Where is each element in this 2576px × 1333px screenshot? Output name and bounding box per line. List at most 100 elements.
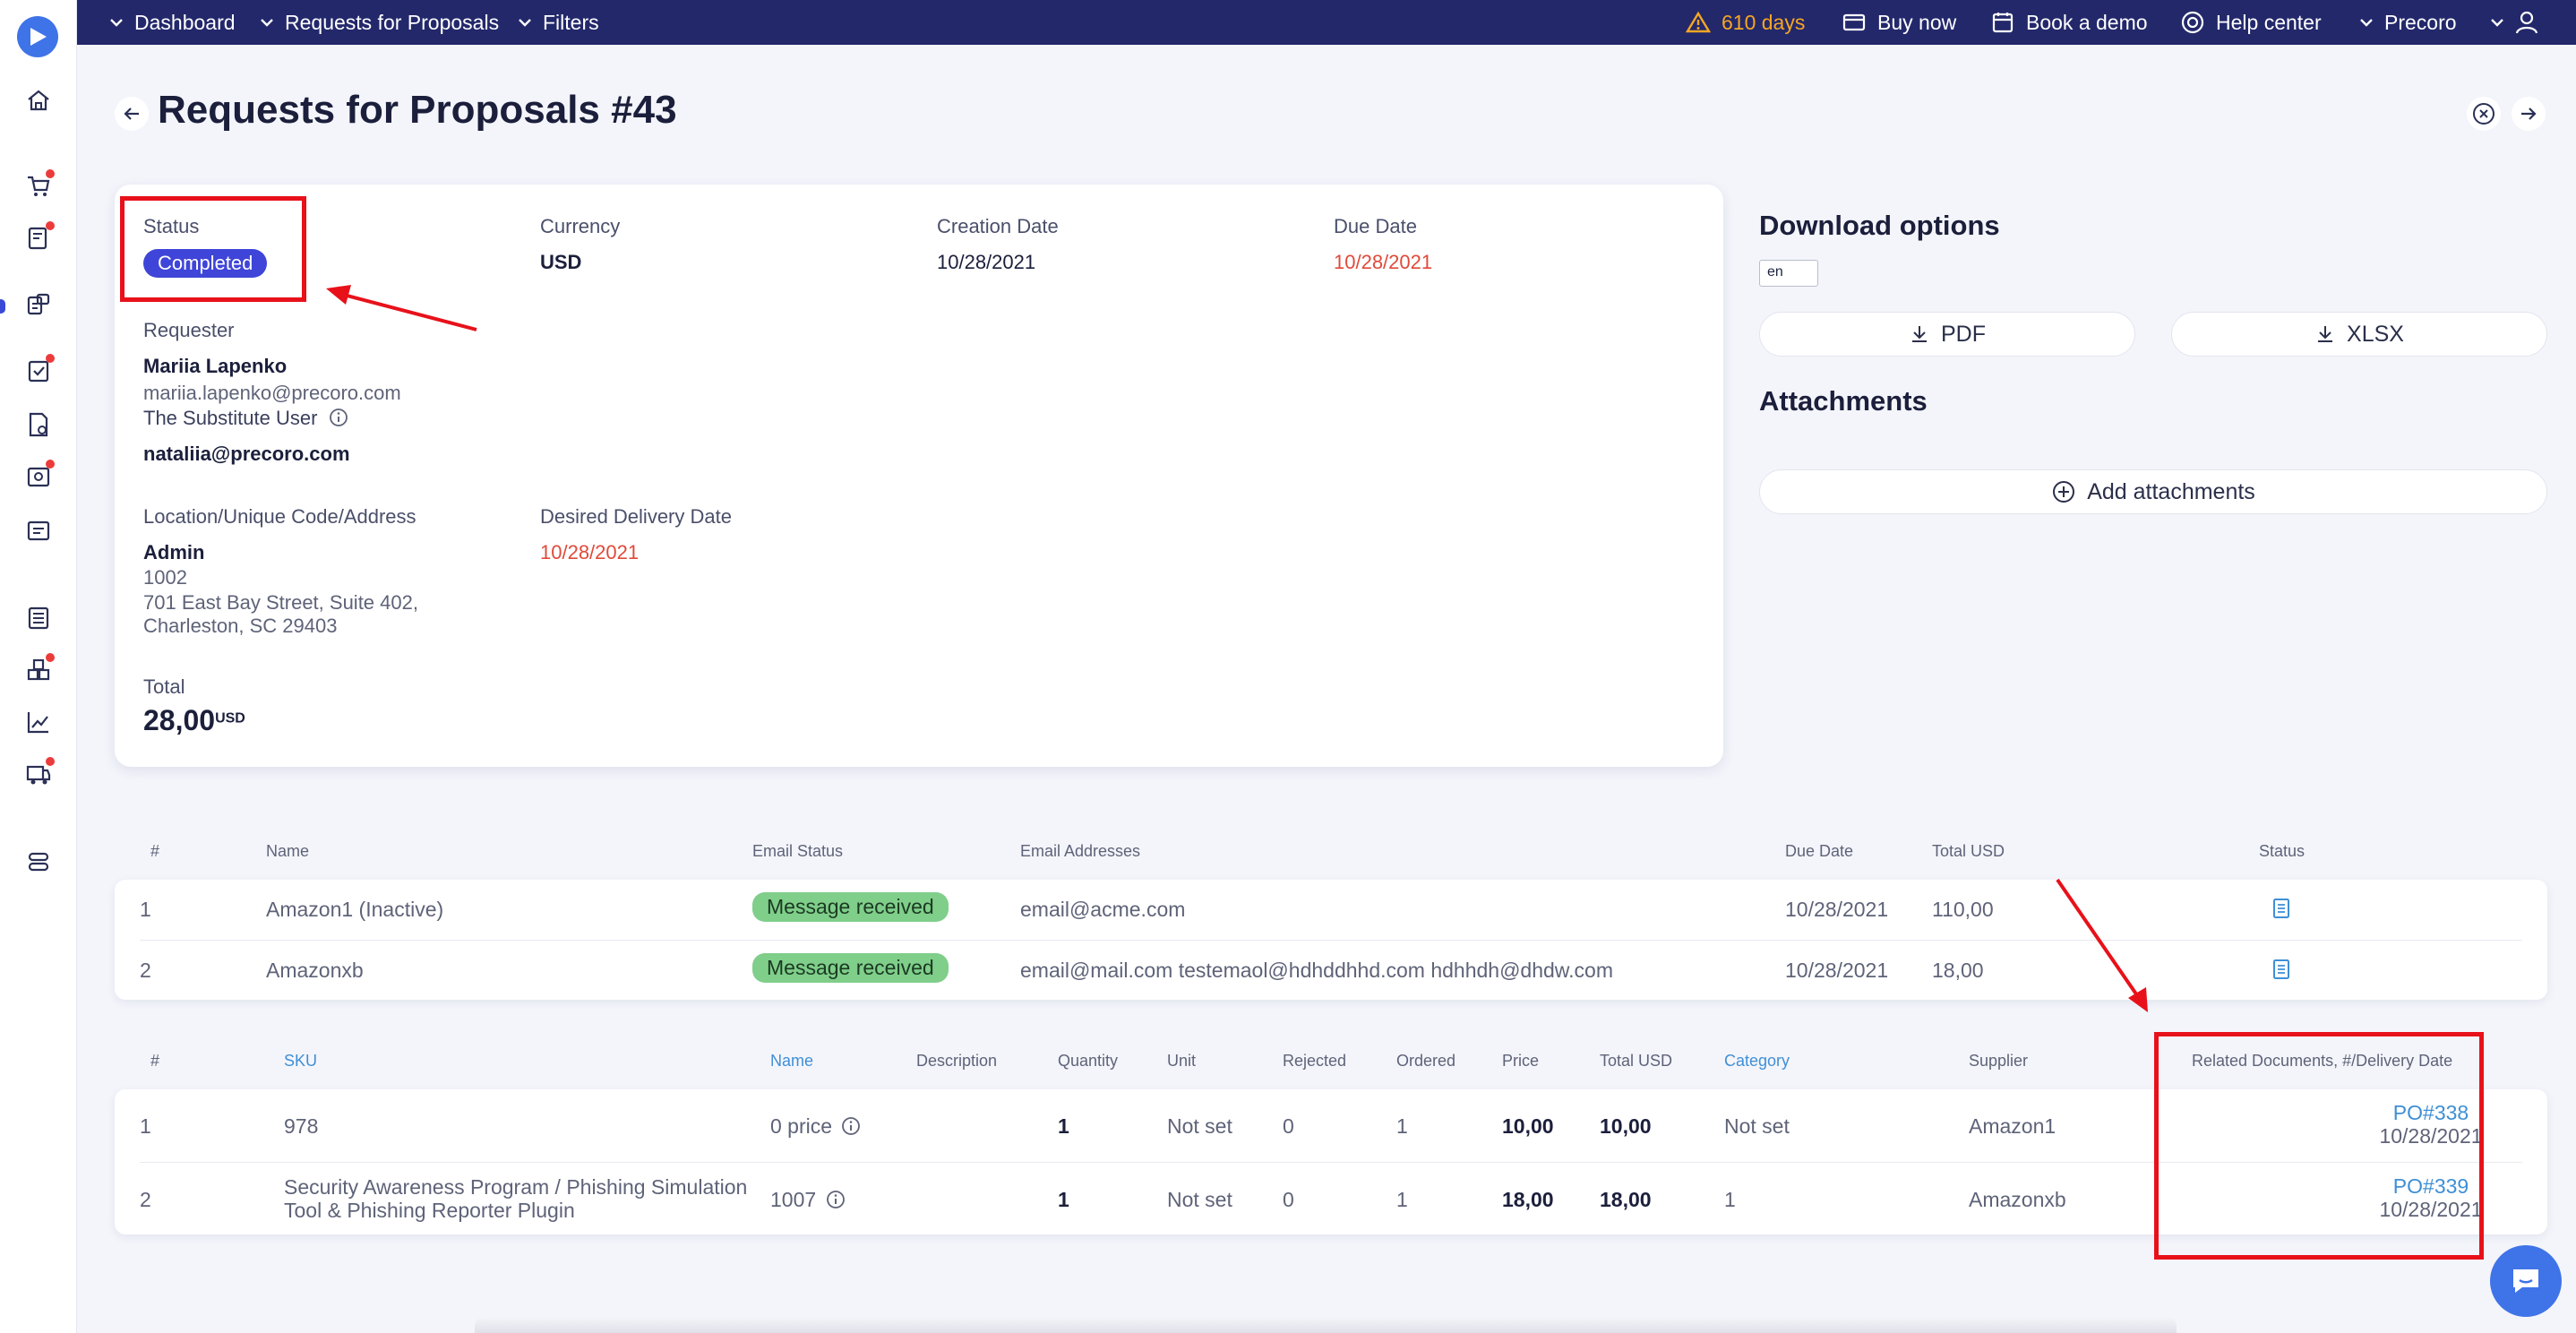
nav-filters[interactable]: Filters [518,0,599,45]
items-col-quantity: Quantity [1058,1052,1119,1070]
suppliers-icon[interactable] [24,757,55,788]
back-button[interactable] [115,97,149,131]
email-status-badge: Message received [752,953,949,983]
total-currency: USD [215,710,245,727]
user-menu[interactable] [2490,0,2538,45]
add-attachments-button[interactable]: Add attachments [1759,469,2547,514]
approvals-icon[interactable] [24,354,55,385]
company-switcher[interactable]: Precoro [2359,0,2457,45]
items-col-category[interactable]: Category [1724,1052,1790,1071]
buy-now-label: Buy now [1877,10,1957,34]
row-number: 1 [140,898,151,921]
item-rejected: 0 [1283,1114,1294,1138]
download-pdf-button[interactable]: PDF [1759,312,2135,357]
location-address-line1: 701 East Bay Street, Suite 402, [143,591,418,614]
item-category: 1 [1724,1188,1736,1211]
item-ordered: 1 [1396,1114,1408,1138]
top-bar: Dashboard Requests for Proposals Filters… [77,0,2576,45]
budgets-icon[interactable] [24,604,53,632]
chevron-down-icon [519,19,531,27]
due-date-label: Due Date [1334,215,1417,237]
substitute-user-text: The Substitute User [143,407,318,429]
home-icon[interactable] [24,86,53,115]
download-options-title: Download options [1759,210,2000,241]
language-select[interactable]: en [1759,260,1818,287]
total-usd: 18,00 [1932,959,1984,982]
item-name-text: 0 price [770,1114,833,1138]
suppliers-col-email-status: Email Status [752,842,844,860]
book-demo-button[interactable]: Book a demo [1990,0,2148,45]
nav-dashboard-label: Dashboard [134,10,236,34]
inventory-icon[interactable] [24,653,55,684]
row-number: 2 [140,959,151,982]
delivery-date-value: 10/28/2021 [540,541,640,563]
add-attachments-label: Add attachments [2087,478,2255,504]
suppliers-col-email-addresses: Email Addresses [1020,842,1141,860]
supplier-name[interactable]: Amazon1 (Inactive) [266,898,443,922]
trial-days[interactable]: 610 days [1686,0,1805,45]
item-price: 18,00 [1502,1188,1554,1211]
item-name: 1007 [770,1188,846,1212]
row-number: 2 [140,1188,151,1211]
lifebuoy-icon [2181,11,2204,34]
analytics-icon[interactable] [24,708,53,736]
cart-icon[interactable] [24,169,55,201]
supplier-name[interactable]: Amazonxb [266,959,364,983]
location-name: Admin [143,541,205,563]
items-col-name[interactable]: Name [770,1052,813,1071]
currency-value: USD [540,251,582,273]
due-date: 10/28/2021 [1785,959,1889,982]
suppliers-col-num: # [150,842,160,860]
left-sidebar [0,0,77,1333]
info-icon[interactable] [841,1116,861,1136]
item-sku-line2: Tool & Phishing Reporter Plugin [284,1199,575,1222]
book-demo-label: Book a demo [2026,10,2148,34]
receipts-icon[interactable] [24,460,55,491]
requester-name: Mariia Lapenko [143,355,288,377]
nav-filters-label: Filters [543,10,599,34]
status-highlight-box [120,196,306,302]
user-icon [2515,11,2538,34]
help-center-button[interactable]: Help center [2180,0,2322,45]
items-col-price: Price [1502,1052,1540,1070]
suppliers-col-due-date: Due Date [1785,842,1854,860]
download-icon [2318,326,2333,342]
total-usd: 110,00 [1932,898,1994,921]
attachments-title: Attachments [1759,385,1928,417]
info-icon[interactable] [329,408,348,427]
email-status-badge: Message received [752,892,949,922]
item-category: Not set [1724,1114,1790,1138]
nav-rfp[interactable]: Requests for Proposals [260,0,499,45]
location-code: 1002 [143,566,187,589]
next-button[interactable] [2512,97,2546,131]
item-total: 10,00 [1600,1114,1652,1138]
close-button[interactable] [2467,97,2501,131]
payments-icon[interactable] [24,516,53,545]
document-icon[interactable] [2271,898,2291,919]
download-pdf-label: PDF [1941,321,1986,347]
buy-now-button[interactable]: Buy now [1842,0,1956,45]
nav-dashboard[interactable]: Dashboard [109,0,236,45]
document-icon[interactable] [2271,959,2291,980]
suppliers-table: 1 Amazon1 (Inactive) Message received em… [115,880,2547,1000]
chat-button[interactable] [2490,1245,2562,1317]
info-icon[interactable] [826,1190,846,1209]
items-col-sku[interactable]: SKU [284,1052,317,1071]
requests-icon[interactable] [24,221,55,253]
related-docs-highlight-box [2154,1032,2484,1260]
plus-circle-icon [2053,481,2075,503]
logo-icon[interactable] [17,16,58,57]
suppliers-col-status: Status [2259,842,2306,860]
substitute-email: nataliia@precoro.com [143,443,350,465]
items-col-total: Total USD [1600,1052,1673,1070]
download-xlsx-button[interactable]: XLSX [2171,312,2547,357]
row-divider [140,940,2522,941]
item-ordered: 1 [1396,1188,1408,1211]
invoices-icon[interactable] [24,410,53,439]
rfp-icon[interactable] [24,290,53,319]
creation-date-value: 10/28/2021 [937,251,1036,273]
creation-date-label: Creation Date [937,215,1059,237]
item-name-text: 1007 [770,1188,817,1211]
settings-icon[interactable] [24,847,53,876]
arrow-left-icon [124,108,139,120]
